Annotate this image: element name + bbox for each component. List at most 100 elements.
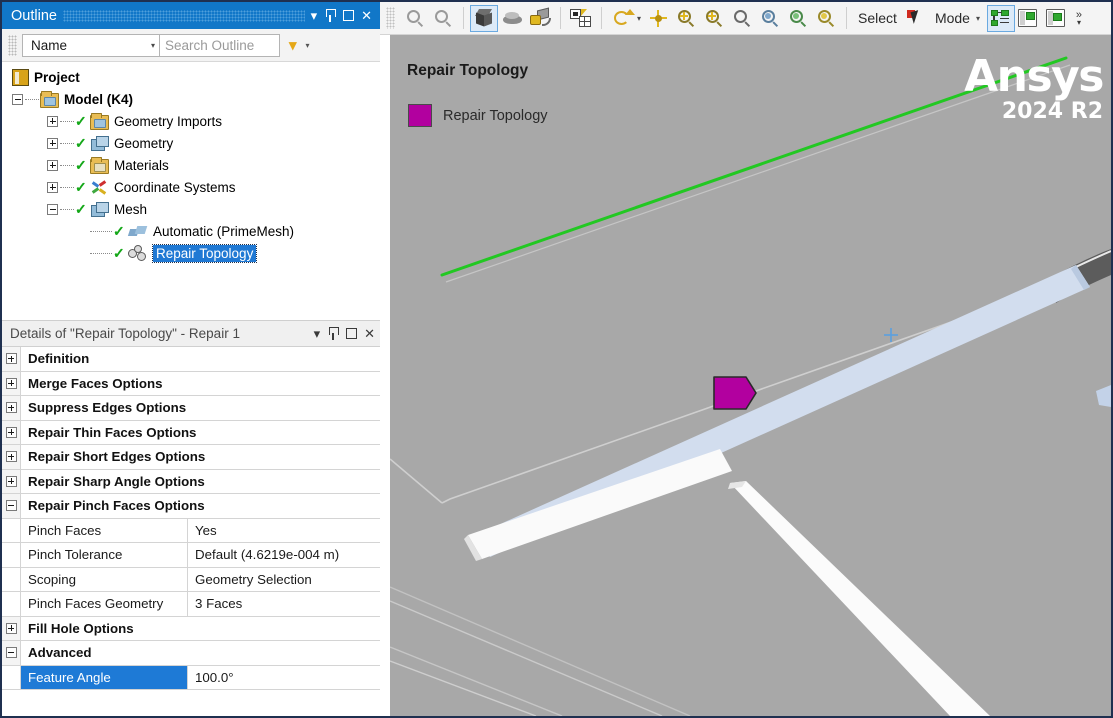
legend-color-swatch [408,104,432,127]
tree-item-automatic-primemesh[interactable]: ✓ Automatic (PrimeMesh) [2,220,380,242]
tree-item-mesh[interactable]: ✓ Mesh [2,198,380,220]
magnify-amber-icon[interactable] [812,5,840,32]
outline-panel-pin-icon[interactable] [324,9,336,22]
new-window-icon[interactable] [1015,5,1043,32]
expander-cell[interactable] [2,470,21,494]
tree-connector [60,187,74,188]
details-panel-dropdown-icon[interactable]: ▾ [314,327,321,340]
details-row-pinch-faces-geometry[interactable]: Pinch Faces Geometry 3 Faces [2,592,380,617]
expander-plus-icon[interactable] [47,116,58,127]
named-selection-icon[interactable] [987,5,1015,32]
status-check-icon: ✓ [113,224,127,238]
details-value[interactable]: 3 Faces [188,592,380,616]
details-row-scoping[interactable]: Scoping Geometry Selection [2,568,380,593]
details-row-feature-angle[interactable]: Feature Angle 100.0° [2,666,380,691]
outline-panel-close-icon[interactable]: ✕ [361,9,372,22]
details-panel-close-icon[interactable]: ✕ [364,327,375,340]
show-solid-icon[interactable] [470,5,498,32]
expander-cell[interactable] [2,494,21,518]
outline-toolbar-overflow-icon[interactable]: ▾ [306,41,310,50]
duplicate-window-icon[interactable] [1043,5,1071,32]
tree-item-project[interactable]: Project [2,66,380,88]
outline-search-input[interactable]: Search Outline [160,34,280,57]
zoom-to-fit-icon[interactable] [728,5,756,32]
expander-cell[interactable] [2,372,21,396]
selection-mesh-icon[interactable] [567,5,595,32]
tree-item-model[interactable]: Model (K4) [2,88,380,110]
magnify-blue-icon[interactable] [756,5,784,32]
tree-item-label: Geometry [114,136,177,151]
ansys-logo-name: Ansys [964,55,1103,99]
expander-cell[interactable] [2,617,21,641]
details-section-merge-faces-options[interactable]: Merge Faces Options [2,372,380,397]
details-section-repair-short-edges-options[interactable]: Repair Short Edges Options [2,445,380,470]
details-section-label: Definition [21,347,380,371]
outline-filter-select[interactable]: Name ▾ [22,34,160,57]
materials-icon [90,159,109,174]
select-label[interactable]: Select [858,10,897,26]
outline-panel-dropdown-icon[interactable]: ▾ [311,9,318,22]
details-section-repair-pinch-faces-options[interactable]: Repair Pinch Faces Options [2,494,380,519]
details-row-pinch-tolerance[interactable]: Pinch Tolerance Default (4.6219e-004 m) [2,543,380,568]
zoom-previous-icon[interactable] [429,5,457,32]
details-value[interactable]: 100.0° [188,666,380,690]
outline-search-expand-icon[interactable]: ▾ [289,38,297,53]
expander-plus-icon [6,402,17,413]
toolbar-grip[interactable] [386,7,395,29]
details-panel-maximize-icon[interactable] [346,328,357,339]
zoom-out-icon[interactable] [401,5,429,32]
mode-dropdown-icon[interactable]: ▾ [976,14,980,23]
mesh-icon [90,202,109,218]
box-zoom-icon[interactable] [700,5,728,32]
outline-toolbar-grip[interactable] [8,35,17,56]
tree-item-label: Project [34,70,84,85]
expander-cell[interactable] [2,445,21,469]
details-section-label: Repair Thin Faces Options [21,421,380,445]
tree-item-geometry-imports[interactable]: ✓ Geometry Imports [2,110,380,132]
expander-cell[interactable] [2,347,21,371]
tree-item-label: Mesh [114,202,151,217]
expander-minus-icon[interactable] [47,204,58,215]
details-row-pinch-faces[interactable]: Pinch Faces Yes [2,519,380,544]
details-panel-pin-icon[interactable] [327,327,339,340]
show-shaded-blob-icon[interactable] [498,5,526,32]
expander-plus-icon[interactable] [47,138,58,149]
details-key: Pinch Tolerance [21,543,188,567]
expander-plus-icon [6,378,17,389]
details-section-fill-hole-options[interactable]: Fill Hole Options [2,617,380,642]
tree-item-repair-topology[interactable]: ✓ Repair Topology [2,242,380,264]
tree-connector [25,99,39,100]
magnify-green-icon[interactable] [784,5,812,32]
expander-plus-icon[interactable] [47,182,58,193]
rotate-icon[interactable] [608,5,636,32]
expander-cell[interactable] [2,641,21,665]
details-section-repair-sharp-angle-options[interactable]: Repair Sharp Angle Options [2,470,380,495]
tree-item-coordinate-systems[interactable]: ✓ Coordinate Systems [2,176,380,198]
expander-minus-icon[interactable] [12,94,23,105]
toolbar-overflow-icon[interactable]: » ▾ [1071,11,1087,26]
details-section-definition[interactable]: Definition [2,347,380,372]
rotate-dropdown-icon[interactable]: ▾ [637,14,641,23]
tree-item-geometry[interactable]: ✓ Geometry [2,132,380,154]
outline-panel-maximize-icon[interactable] [343,10,354,21]
zoom-in-icon[interactable] [672,5,700,32]
select-cursor-icon[interactable] [902,5,930,32]
expander-cell [2,568,21,592]
details-section-label: Advanced [21,641,380,665]
graphics-viewport[interactable]: Repair Topology Repair Topology Ansys 20… [390,35,1111,716]
pinch-face-marker [714,377,756,409]
show-faces-icon[interactable] [526,5,554,32]
tree-item-materials[interactable]: ✓ Materials [2,154,380,176]
pan-icon[interactable] [644,5,672,32]
details-section-suppress-edges-options[interactable]: Suppress Edges Options [2,396,380,421]
details-value[interactable]: Geometry Selection [188,568,380,592]
expander-cell[interactable] [2,421,21,445]
details-value[interactable]: Yes [188,519,380,543]
details-value[interactable]: Default (4.6219e-004 m) [188,543,380,567]
expander-plus-icon[interactable] [47,160,58,171]
expander-cell[interactable] [2,396,21,420]
details-section-label: Repair Pinch Faces Options [21,494,380,518]
mode-label[interactable]: Mode [935,10,970,26]
details-section-advanced[interactable]: Advanced [2,641,380,666]
details-section-repair-thin-faces-options[interactable]: Repair Thin Faces Options [2,421,380,446]
